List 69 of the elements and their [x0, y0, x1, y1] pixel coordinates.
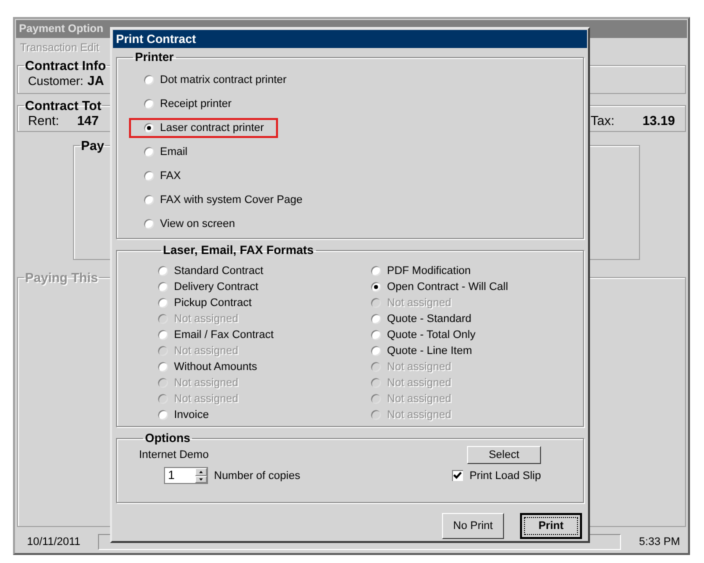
option-label: Dot matrix contract printer: [160, 74, 287, 86]
rent-label: Rent:: [28, 113, 60, 128]
dialog-button[interactable]: Print: [520, 513, 582, 539]
radio-button[interactable]: [157, 281, 169, 293]
tax-value: 13.19: [642, 113, 675, 128]
radio-button[interactable]: [370, 265, 382, 277]
option-label: FAX with system Cover Page: [160, 194, 302, 206]
customer-value: JA: [87, 73, 104, 88]
option-label: Without Amounts: [174, 361, 258, 373]
radio-button[interactable]: [143, 74, 155, 86]
radio-button[interactable]: [143, 194, 155, 206]
group-title: Pay: [80, 138, 106, 153]
group-title: Paying This: [24, 270, 99, 285]
status-time: 5:33 PM: [639, 536, 680, 548]
group-title: Options: [144, 431, 192, 445]
option-label: Not assigned: [387, 409, 452, 421]
option-label: Standard Contract: [174, 265, 264, 277]
option-label: Quote - Total Only: [387, 329, 476, 341]
radio-button[interactable]: [157, 297, 169, 309]
select-button[interactable]: Select: [467, 446, 541, 464]
printer-name: Internet Demo: [139, 449, 209, 461]
option-label: Pickup Contract: [174, 297, 252, 309]
option-label: Delivery Contract: [174, 281, 258, 293]
option-label: Not assigned: [387, 361, 452, 373]
option-label: Open Contract - Will Call: [387, 281, 508, 293]
radio-button[interactable]: [143, 146, 155, 158]
dialog-title: Print Contract: [113, 30, 587, 48]
option-label: Not assigned: [174, 313, 238, 325]
radio-button[interactable]: [370, 281, 382, 293]
radio-button[interactable]: [143, 98, 155, 110]
group-title: Contract Tot: [24, 98, 102, 113]
copies-label: Number of copies: [214, 470, 300, 482]
radio-button[interactable]: [143, 218, 155, 230]
radio-button[interactable]: [143, 122, 155, 134]
tax-label: Tax:: [590, 113, 614, 128]
radio-button[interactable]: [143, 170, 155, 182]
option-label: Invoice: [174, 409, 209, 421]
dialog-button[interactable]: No Print: [442, 513, 504, 539]
radio-button[interactable]: [370, 313, 382, 325]
customer-label: Customer:: [28, 74, 84, 88]
rent-value: 147: [77, 113, 99, 128]
status-date: 10/11/2011: [27, 536, 80, 548]
option-label: PDF Modification: [387, 265, 471, 277]
radio-button[interactable]: [370, 345, 382, 357]
option-label: FAX: [160, 170, 181, 182]
radio-button[interactable]: [157, 361, 169, 373]
option-label: Email: [160, 146, 188, 158]
radio-button[interactable]: [157, 409, 169, 421]
checkbox[interactable]: [451, 469, 464, 482]
option-label: View on screen: [160, 218, 236, 230]
checkbox-label: Print Load Slip: [469, 470, 541, 482]
option-label: Quote - Line Item: [387, 345, 472, 357]
option-label: Not assigned: [387, 377, 452, 389]
group-title: Contract Info: [24, 58, 107, 73]
option-label: Quote - Standard: [387, 313, 472, 325]
radio-button[interactable]: [370, 329, 382, 341]
option-label: Not assigned: [387, 393, 452, 405]
option-label: Not assigned: [174, 377, 238, 389]
option-label: Not assigned: [174, 345, 238, 357]
radio-button[interactable]: [157, 329, 169, 341]
option-label: Not assigned: [387, 297, 452, 309]
option-label: Email / Fax Contract: [174, 329, 274, 341]
radio-button[interactable]: [157, 265, 169, 277]
option-label: Not assigned: [174, 393, 238, 405]
copies-spinner[interactable]: 1: [164, 467, 208, 484]
option-label: Laser contract printer: [160, 122, 264, 134]
group-title: Laser, Email, FAX Formats: [162, 243, 315, 257]
option-label: Receipt printer: [160, 98, 232, 110]
group-title: Printer: [134, 50, 175, 64]
